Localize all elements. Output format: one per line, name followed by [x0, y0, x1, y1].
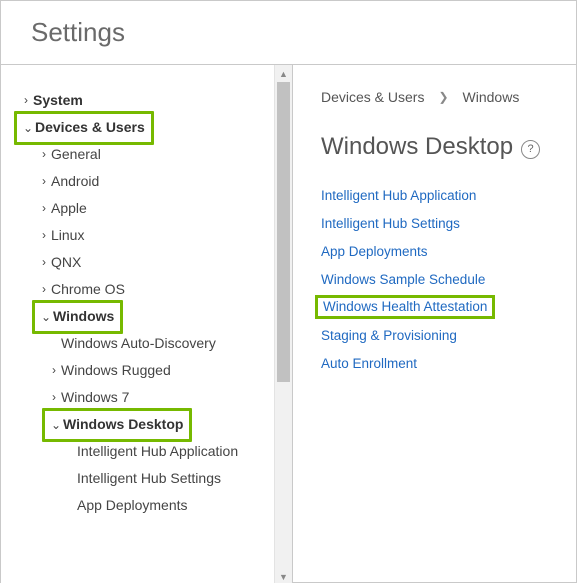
caret-spacer: ›	[63, 438, 77, 465]
settings-link[interactable]: Auto Enrollment	[321, 356, 417, 371]
chevron-down-icon[interactable]: ⌄	[39, 304, 53, 331]
highlight-box: ⌄Devices & Users	[14, 111, 154, 145]
tree-item[interactable]: ›QNX	[19, 249, 284, 276]
settings-frame: Settings ›System⌄Devices & Users›General…	[0, 0, 577, 583]
tree-item-label: Intelligent Hub Settings	[77, 465, 221, 492]
tree-item-label: General	[51, 141, 101, 168]
question-glyph: ?	[528, 144, 534, 155]
tree-item-label: Windows	[53, 308, 114, 324]
settings-link[interactable]: Intelligent Hub Settings	[321, 216, 460, 231]
tree-item[interactable]: ⌄Devices & Users	[19, 114, 284, 141]
tree-item[interactable]: ›Windows Rugged	[19, 357, 284, 384]
chevron-right-icon[interactable]: ›	[37, 141, 51, 168]
tree-item-label: Apple	[51, 195, 87, 222]
tree-item[interactable]: ›Windows 7	[19, 384, 284, 411]
link-row: Windows Sample Schedule	[321, 265, 556, 293]
scroll-up-button[interactable]: ▲	[275, 65, 292, 82]
settings-tree: ›System⌄Devices & Users›General›Android›…	[1, 65, 292, 583]
tree-item[interactable]: ›Android	[19, 168, 284, 195]
main-heading: Windows Desktop ?	[321, 133, 556, 161]
chevron-right-icon[interactable]: ›	[47, 384, 61, 411]
highlight-box: Windows Health Attestation	[315, 295, 495, 319]
tree-item-label: QNX	[51, 249, 81, 276]
link-row: Staging & Provisioning	[321, 321, 556, 349]
caret-spacer: ›	[63, 492, 77, 519]
triangle-up-icon: ▲	[279, 69, 288, 79]
scroll-thumb[interactable]	[277, 82, 290, 382]
tree-item-label: Windows Auto-Discovery	[61, 330, 216, 357]
settings-link-list: Intelligent Hub Application Intelligent H…	[321, 181, 556, 377]
tree-item[interactable]: ⌄Windows Desktop	[19, 411, 284, 438]
breadcrumb: Devices & Users ❯ Windows	[321, 89, 556, 105]
tree-item[interactable]: ›Intelligent Hub Settings	[19, 465, 284, 492]
heading-text: Windows Desktop	[321, 133, 513, 161]
scroll-down-button[interactable]: ▼	[275, 568, 292, 583]
tree-item-label: Android	[51, 168, 99, 195]
chevron-right-icon[interactable]: ›	[37, 168, 51, 195]
settings-link[interactable]: Intelligent Hub Application	[321, 188, 476, 203]
tree-item[interactable]: ›General	[19, 141, 284, 168]
tree-item-label: System	[33, 87, 83, 114]
caret-spacer: ›	[47, 330, 61, 357]
breadcrumb-current: Windows	[463, 89, 520, 105]
settings-link[interactable]: Windows Health Attestation	[323, 299, 487, 314]
tree-item-label: Linux	[51, 222, 84, 249]
triangle-down-icon: ▼	[279, 572, 288, 582]
tree-item-label: Windows Rugged	[61, 357, 171, 384]
chevron-right-icon[interactable]: ›	[47, 357, 61, 384]
caret-spacer: ›	[63, 465, 77, 492]
link-row: Intelligent Hub Settings	[321, 209, 556, 237]
link-row: Auto Enrollment	[321, 349, 556, 377]
tree-item[interactable]: ›Windows Auto-Discovery	[19, 330, 284, 357]
tree-item[interactable]: ›App Deployments	[19, 492, 284, 519]
tree-item-label: Intelligent Hub Application	[77, 438, 238, 465]
tree-item-label: Windows Desktop	[63, 416, 183, 432]
link-row: App Deployments	[321, 237, 556, 265]
chevron-right-icon[interactable]: ›	[19, 87, 33, 114]
tree-item-label: Chrome OS	[51, 276, 125, 303]
tree-item[interactable]: ›Chrome OS	[19, 276, 284, 303]
help-icon[interactable]: ?	[521, 140, 540, 159]
tree-item-label: Devices & Users	[35, 119, 145, 135]
highlight-box: ⌄Windows	[32, 300, 123, 334]
chevron-right-icon[interactable]: ›	[37, 195, 51, 222]
link-row: Windows Health Attestation	[321, 293, 556, 321]
chevron-right-icon: ❯	[438, 90, 448, 104]
breadcrumb-parent[interactable]: Devices & Users	[321, 89, 424, 105]
settings-link[interactable]: Windows Sample Schedule	[321, 272, 485, 287]
tree-item-label: Windows 7	[61, 384, 129, 411]
page-title: Settings	[1, 1, 576, 64]
chevron-right-icon[interactable]: ›	[37, 249, 51, 276]
chevron-right-icon[interactable]: ›	[37, 276, 51, 303]
tree-item[interactable]: ›Intelligent Hub Application	[19, 438, 284, 465]
chevron-down-icon[interactable]: ⌄	[21, 115, 35, 142]
tree-item[interactable]: ⌄Windows	[19, 303, 284, 330]
sidebar-panel: ›System⌄Devices & Users›General›Android›…	[1, 64, 293, 583]
chevron-right-icon[interactable]: ›	[37, 222, 51, 249]
settings-link[interactable]: Staging & Provisioning	[321, 328, 457, 343]
link-row: Intelligent Hub Application	[321, 181, 556, 209]
settings-link[interactable]: App Deployments	[321, 244, 428, 259]
tree-item[interactable]: ›Apple	[19, 195, 284, 222]
tree-item[interactable]: ›Linux	[19, 222, 284, 249]
sidebar-scrollbar[interactable]: ▲ ▼	[274, 65, 292, 583]
main-panel: Devices & Users ❯ Windows Windows Deskto…	[293, 64, 576, 583]
columns: ›System⌄Devices & Users›General›Android›…	[1, 64, 576, 583]
tree-item[interactable]: ›System	[19, 87, 284, 114]
chevron-down-icon[interactable]: ⌄	[49, 412, 63, 439]
tree-item-label: App Deployments	[77, 492, 188, 519]
highlight-box: ⌄Windows Desktop	[42, 408, 192, 442]
